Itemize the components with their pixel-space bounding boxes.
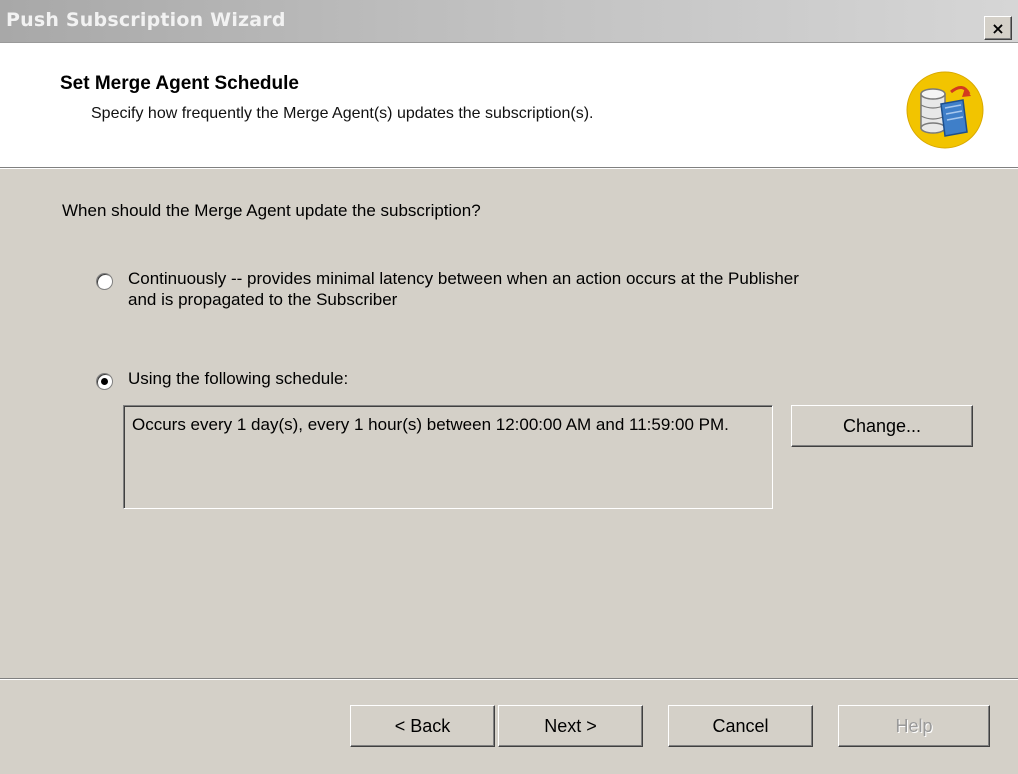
- change-button-label: Change...: [842, 415, 922, 436]
- change-schedule-button[interactable]: Change...: [791, 405, 973, 447]
- page-subtitle: Specify how frequently the Merge Agent(s…: [91, 105, 594, 122]
- help-button[interactable]: Help: [838, 705, 990, 747]
- continuous-label-line1: Continuously -- provides minimal latency…: [128, 269, 799, 288]
- schedule-question: When should the Merge Agent update the s…: [62, 201, 481, 220]
- page-title: Set Merge Agent Schedule: [60, 73, 299, 94]
- close-icon: ×: [991, 18, 1005, 38]
- next-button-label: Next >: [544, 715, 597, 736]
- radio-selected-dot: [101, 378, 108, 385]
- footer-separator: [0, 678, 1018, 680]
- header-divider: [0, 168, 1018, 169]
- schedule-radio[interactable]: [96, 373, 113, 390]
- continuous-radio-label: Continuously -- provides minimal latency…: [128, 268, 799, 310]
- continuous-label-line2: and is propagated to the Subscriber: [128, 290, 398, 309]
- window-title: Push Subscription Wizard: [6, 9, 286, 31]
- help-button-label: Help: [895, 715, 933, 736]
- close-button[interactable]: ×: [984, 16, 1012, 40]
- cancel-button[interactable]: Cancel: [668, 705, 813, 747]
- schedule-description: Occurs every 1 day(s), every 1 hour(s) b…: [132, 415, 729, 434]
- schedule-radio-label: Using the following schedule:: [128, 369, 349, 388]
- back-button[interactable]: < Back: [350, 705, 495, 747]
- back-button-label: < Back: [394, 715, 451, 736]
- schedule-description-box: Occurs every 1 day(s), every 1 hour(s) b…: [123, 405, 773, 509]
- database-sync-icon: [905, 70, 985, 150]
- title-bar: Push Subscription Wizard ×: [0, 0, 1018, 43]
- continuous-radio[interactable]: [96, 273, 113, 290]
- cancel-button-label: Cancel: [712, 715, 769, 736]
- next-button[interactable]: Next >: [498, 705, 643, 747]
